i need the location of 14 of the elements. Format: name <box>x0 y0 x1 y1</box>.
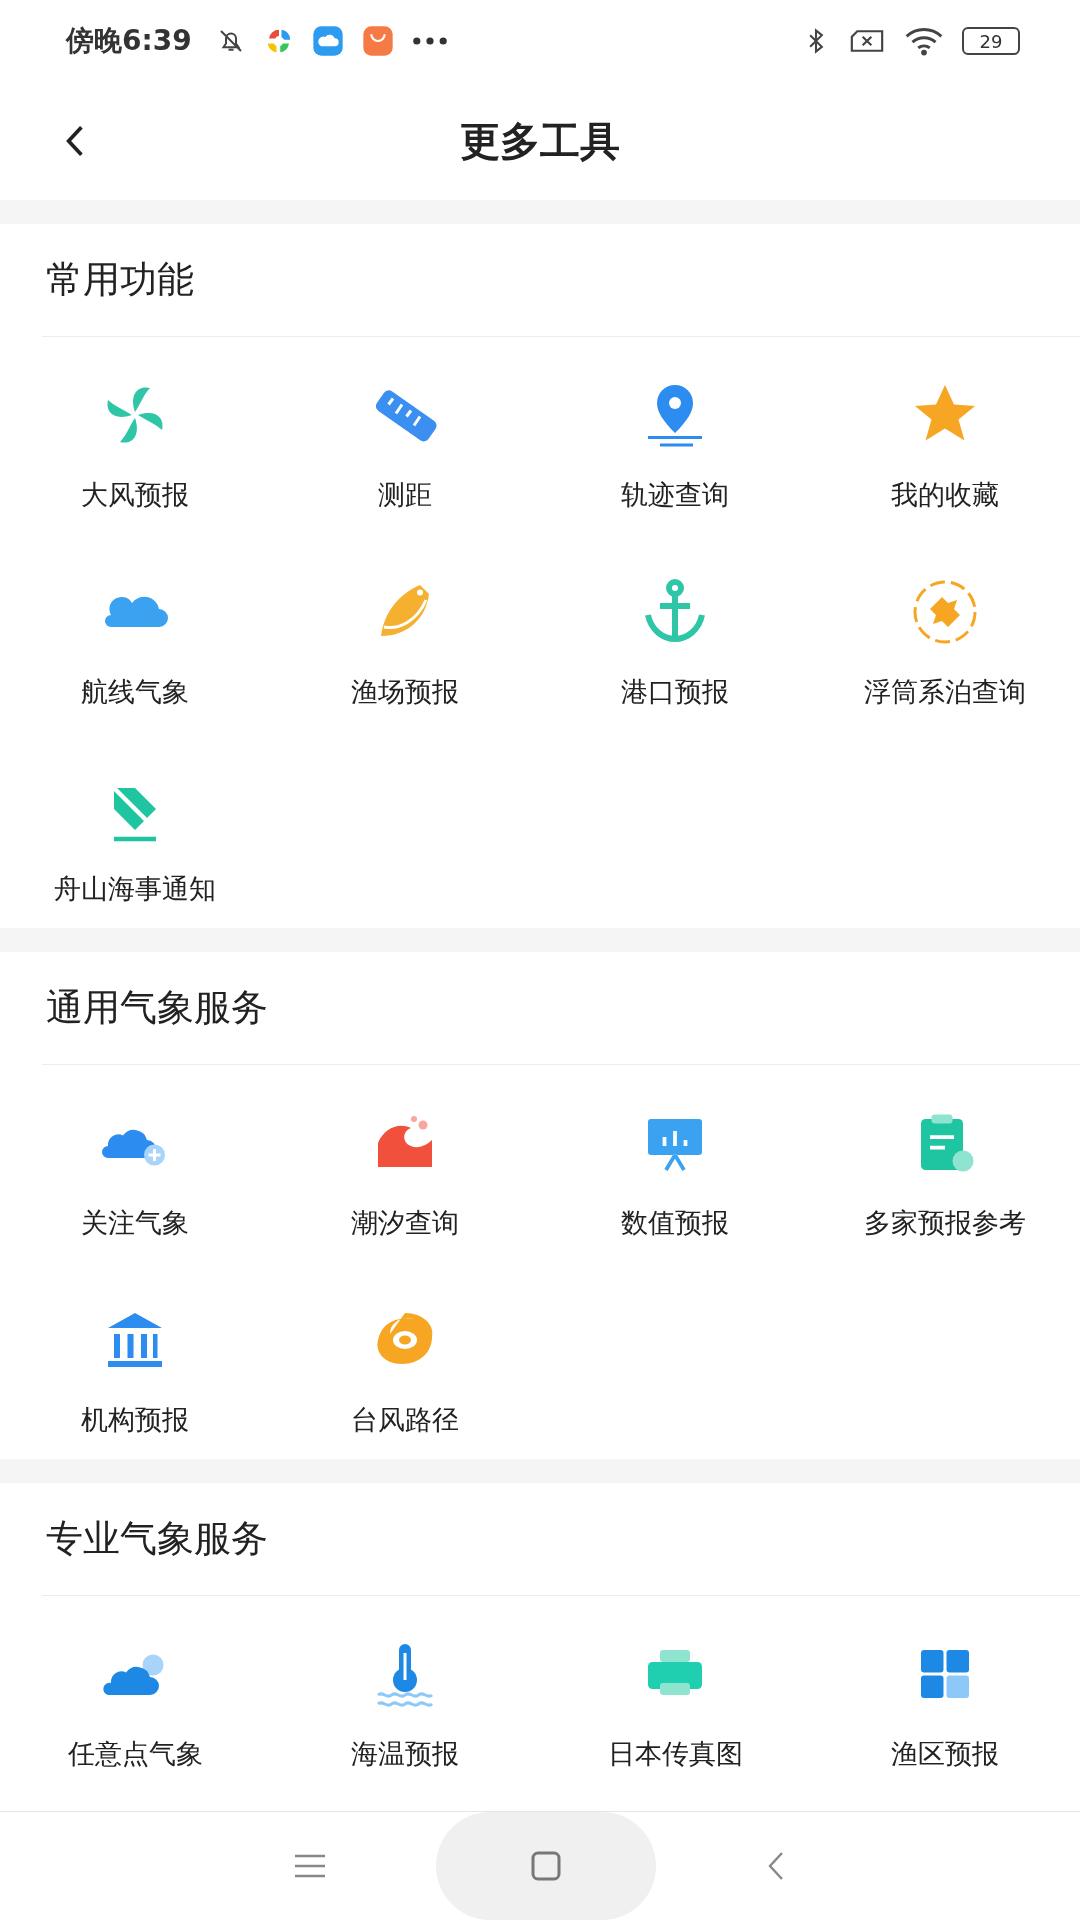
more-icon <box>411 36 448 46</box>
no-sim-icon <box>848 28 886 54</box>
section-title: 专业气象服务 <box>46 1516 268 1562</box>
section-title: 常用功能 <box>46 257 194 303</box>
square-icon <box>530 1850 562 1882</box>
page-title: 更多工具 <box>460 116 620 166</box>
menu-icon[interactable] <box>294 1854 326 1878</box>
shopping-bag-icon <box>361 25 394 57</box>
status-time: 傍晚6:39 <box>66 23 192 59</box>
back-icon[interactable] <box>64 124 86 158</box>
battery-icon: 29 <box>962 27 1020 55</box>
wifi-icon <box>904 26 944 56</box>
cloud-app-icon <box>311 25 344 57</box>
section-title: 通用气象服务 <box>46 985 268 1031</box>
